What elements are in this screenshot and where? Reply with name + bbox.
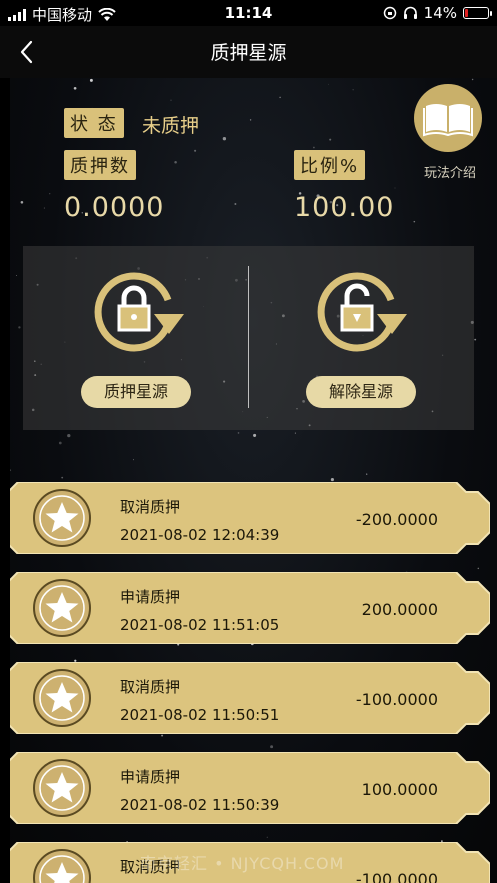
battery-level (465, 9, 469, 17)
orientation-lock-icon (383, 6, 396, 20)
book-icon (423, 104, 473, 137)
main-content: 状 态 未质押 质押数 0.0000 比例% 100.00 玩法介绍 质押星源 … (10, 78, 497, 883)
record-item[interactable]: 申请质押 2021-08-02 11:51:05 200.0000 (10, 572, 490, 644)
record-time: 2021-08-02 12:04:39 (120, 526, 280, 544)
status-right: 14% (383, 4, 492, 22)
record-item[interactable]: 申请质押 2021-08-02 11:50:39 100.0000 (10, 752, 490, 824)
watermark: 南京轻汇 • NJYCQH.COM (140, 854, 345, 873)
record-item[interactable]: 取消质押 2021-08-02 11:50:51 -100.0000 (10, 662, 490, 734)
guide-label: 玩法介绍 (423, 166, 476, 181)
ratio-value: 100.00 (294, 192, 395, 223)
unlock-rotate-icon (317, 272, 407, 352)
record-time: 2021-08-02 11:51:05 (120, 616, 280, 634)
battery-percent: 14% (423, 4, 457, 22)
record-amount: 200.0000 (361, 600, 438, 619)
star-icon (33, 669, 91, 727)
star-icon (33, 849, 91, 883)
headphones-icon (403, 6, 417, 19)
star-icon (33, 579, 91, 637)
stake-amount-value: 0.0000 (64, 192, 165, 223)
star-icon (33, 489, 91, 547)
record-item[interactable]: 取消质押 2021-08-02 12:04:39 -200.0000 (10, 482, 490, 554)
lock-rotate-icon (94, 272, 184, 352)
record-amount: -100.0000 (355, 870, 438, 883)
record-amount: -200.0000 (355, 510, 438, 529)
record-amount: -100.0000 (355, 690, 438, 709)
record-type: 申请质押 (120, 588, 181, 606)
guide-button[interactable] (414, 84, 482, 152)
record-type: 申请质押 (120, 768, 181, 786)
divider (248, 266, 249, 408)
stake-amount-label: 质押数 (64, 150, 136, 180)
page-title: 质押星源 (210, 42, 287, 64)
status-value: 未质押 (142, 115, 200, 137)
status-label: 状 态 (64, 108, 124, 138)
record-amount: 100.0000 (361, 780, 438, 799)
record-time: 2021-08-02 11:50:51 (120, 706, 280, 724)
record-time: 2021-08-02 11:50:39 (120, 796, 280, 814)
unstake-button[interactable]: 解除星源 (306, 376, 416, 408)
battery-icon (463, 7, 492, 19)
record-type: 取消质押 (120, 498, 181, 516)
actions-panel: 质押星源 解除星源 (23, 246, 474, 430)
nav-bar: 质押星源 (0, 26, 497, 78)
ratio-label: 比例% (294, 150, 366, 180)
status-bar: 中国移动 11:14 14% (0, 0, 497, 26)
record-type: 取消质押 (120, 678, 181, 696)
stake-button[interactable]: 质押星源 (81, 376, 191, 408)
star-icon (33, 759, 91, 817)
